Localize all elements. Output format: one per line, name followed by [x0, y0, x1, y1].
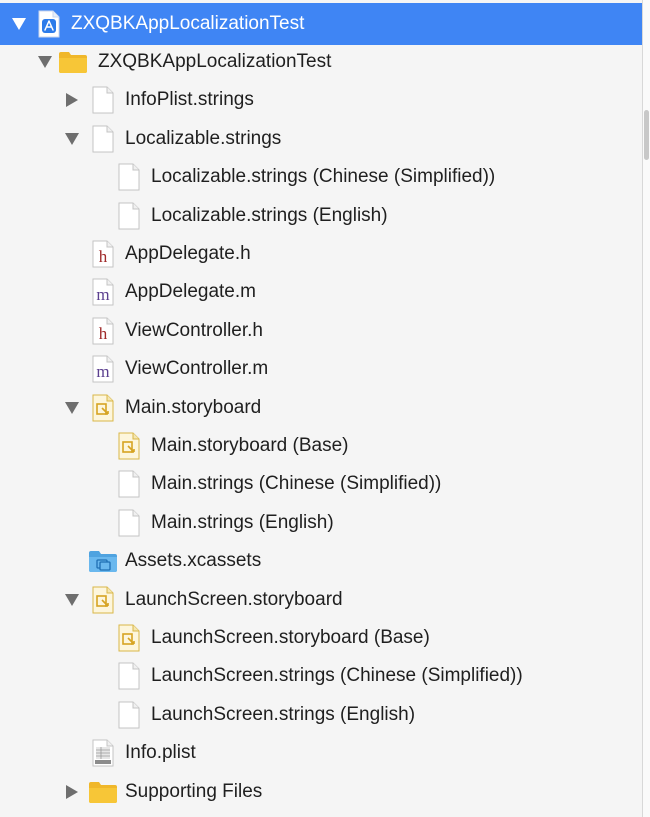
navigator-item[interactable]: Main.storyboard	[0, 389, 642, 427]
navigator-item-label: Main.strings (Chinese (Simplified))	[151, 473, 442, 495]
strings-file-icon	[118, 662, 140, 690]
navigator-item-label: ViewController.m	[125, 358, 269, 380]
strings-file-icon	[118, 163, 140, 191]
navigator-item[interactable]: Info.plist	[0, 734, 642, 772]
navigator-item[interactable]: Localizable.strings	[0, 120, 642, 158]
strings-file-icon	[118, 701, 140, 729]
strings-file-icon	[92, 86, 114, 114]
navigator-item-label: Localizable.strings (English)	[151, 204, 388, 226]
project-row[interactable]: ZXQBKAppLocalizationTest	[0, 3, 642, 45]
folder-icon	[88, 780, 118, 806]
svg-text:h: h	[99, 247, 108, 266]
navigator-item[interactable]: h AppDelegate.h	[0, 235, 642, 273]
implementation-file-icon: m	[92, 355, 114, 383]
navigator-item[interactable]: Assets.xcassets	[0, 542, 642, 580]
navigator-item[interactable]: h ViewController.h	[0, 312, 642, 350]
navigator-item-label: ZXQBKAppLocalizationTest	[98, 51, 332, 72]
svg-text:h: h	[99, 324, 108, 343]
navigator-item-label: Main.strings (English)	[151, 511, 334, 533]
asset-catalog-icon	[88, 549, 118, 575]
navigator-item[interactable]: Main.strings (Chinese (Simplified))	[0, 465, 642, 503]
navigator-item[interactable]: LaunchScreen.storyboard (Base)	[0, 619, 642, 657]
navigator-item-label: Supporting Files	[125, 780, 263, 802]
navigator-item-label: InfoPlist.strings	[125, 89, 254, 111]
project-navigator: ZXQBKAppLocalizationTest ZXQBKAppLocaliz…	[0, 0, 642, 817]
navigator-item[interactable]: Main.storyboard (Base)	[0, 427, 642, 465]
navigator-item-label: LaunchScreen.storyboard (Base)	[151, 627, 430, 648]
navigator-item-label: Localizable.strings	[125, 127, 282, 149]
strings-file-icon	[118, 470, 140, 498]
navigator-item-label: Main.storyboard	[125, 396, 262, 418]
navigator-item[interactable]: LaunchScreen.storyboard	[0, 581, 642, 619]
project-label: ZXQBKAppLocalizationTest	[71, 13, 305, 34]
scrollbar-thumb[interactable]	[644, 110, 649, 160]
disclosure-expanded-icon[interactable]	[37, 54, 53, 70]
strings-file-icon	[92, 125, 114, 153]
navigator-item-label: AppDelegate.h	[125, 243, 251, 264]
navigator-item-label: Main.storyboard (Base)	[151, 435, 349, 456]
navigator-item-label: LaunchScreen.storyboard	[125, 588, 343, 610]
disclosure-expanded-icon[interactable]	[64, 592, 80, 608]
navigator-item-label: LaunchScreen.strings (Chinese (Simplifie…	[151, 665, 523, 687]
storyboard-icon	[118, 624, 140, 652]
svg-text:m: m	[96, 285, 109, 304]
disclosure-expanded-icon[interactable]	[64, 131, 80, 147]
disclosure-collapsed-icon[interactable]	[64, 784, 80, 800]
navigator-item[interactable]: LaunchScreen.strings (Chinese (Simplifie…	[0, 657, 642, 695]
navigator-item-label: LaunchScreen.strings (English)	[151, 703, 416, 725]
storyboard-icon	[118, 432, 140, 460]
navigator-item[interactable]: Supporting Files	[0, 773, 642, 811]
navigator-item[interactable]: ZXQBKAppLocalizationTest	[0, 43, 642, 81]
storyboard-icon	[92, 586, 114, 614]
header-file-icon: h	[92, 240, 114, 268]
navigator-item[interactable]: LaunchScreen.strings (English)	[0, 696, 642, 734]
navigator-item[interactable]: Localizable.strings (English)	[0, 197, 642, 235]
navigator-item-label: Info.plist	[125, 742, 196, 764]
navigator-item-label: Localizable.strings (Chinese (Simplified…	[151, 166, 496, 188]
plist-file-icon	[92, 739, 114, 767]
navigator-item[interactable]: m ViewController.m	[0, 350, 642, 388]
folder-icon	[58, 50, 88, 76]
navigator-item[interactable]: m AppDelegate.m	[0, 273, 642, 311]
strings-file-icon	[118, 202, 140, 230]
strings-file-icon	[118, 509, 140, 537]
disclosure-expanded-icon[interactable]	[64, 400, 80, 416]
navigator-item[interactable]: Main.strings (English)	[0, 504, 642, 542]
header-file-icon: h	[92, 317, 114, 345]
navigator-item-label: Assets.xcassets	[125, 550, 262, 572]
implementation-file-icon: m	[92, 278, 114, 306]
navigator-item-label: AppDelegate.m	[125, 281, 256, 303]
xcodeproj-icon	[38, 10, 60, 38]
disclosure-collapsed-icon[interactable]	[64, 92, 80, 108]
navigator-item[interactable]: Localizable.strings (Chinese (Simplified…	[0, 158, 642, 196]
navigator-item-label: ViewController.h	[125, 319, 264, 341]
navigator-item[interactable]: InfoPlist.strings	[0, 81, 642, 119]
svg-text:m: m	[96, 362, 109, 381]
disclosure-expanded-icon[interactable]	[11, 16, 27, 32]
storyboard-icon	[92, 394, 114, 422]
